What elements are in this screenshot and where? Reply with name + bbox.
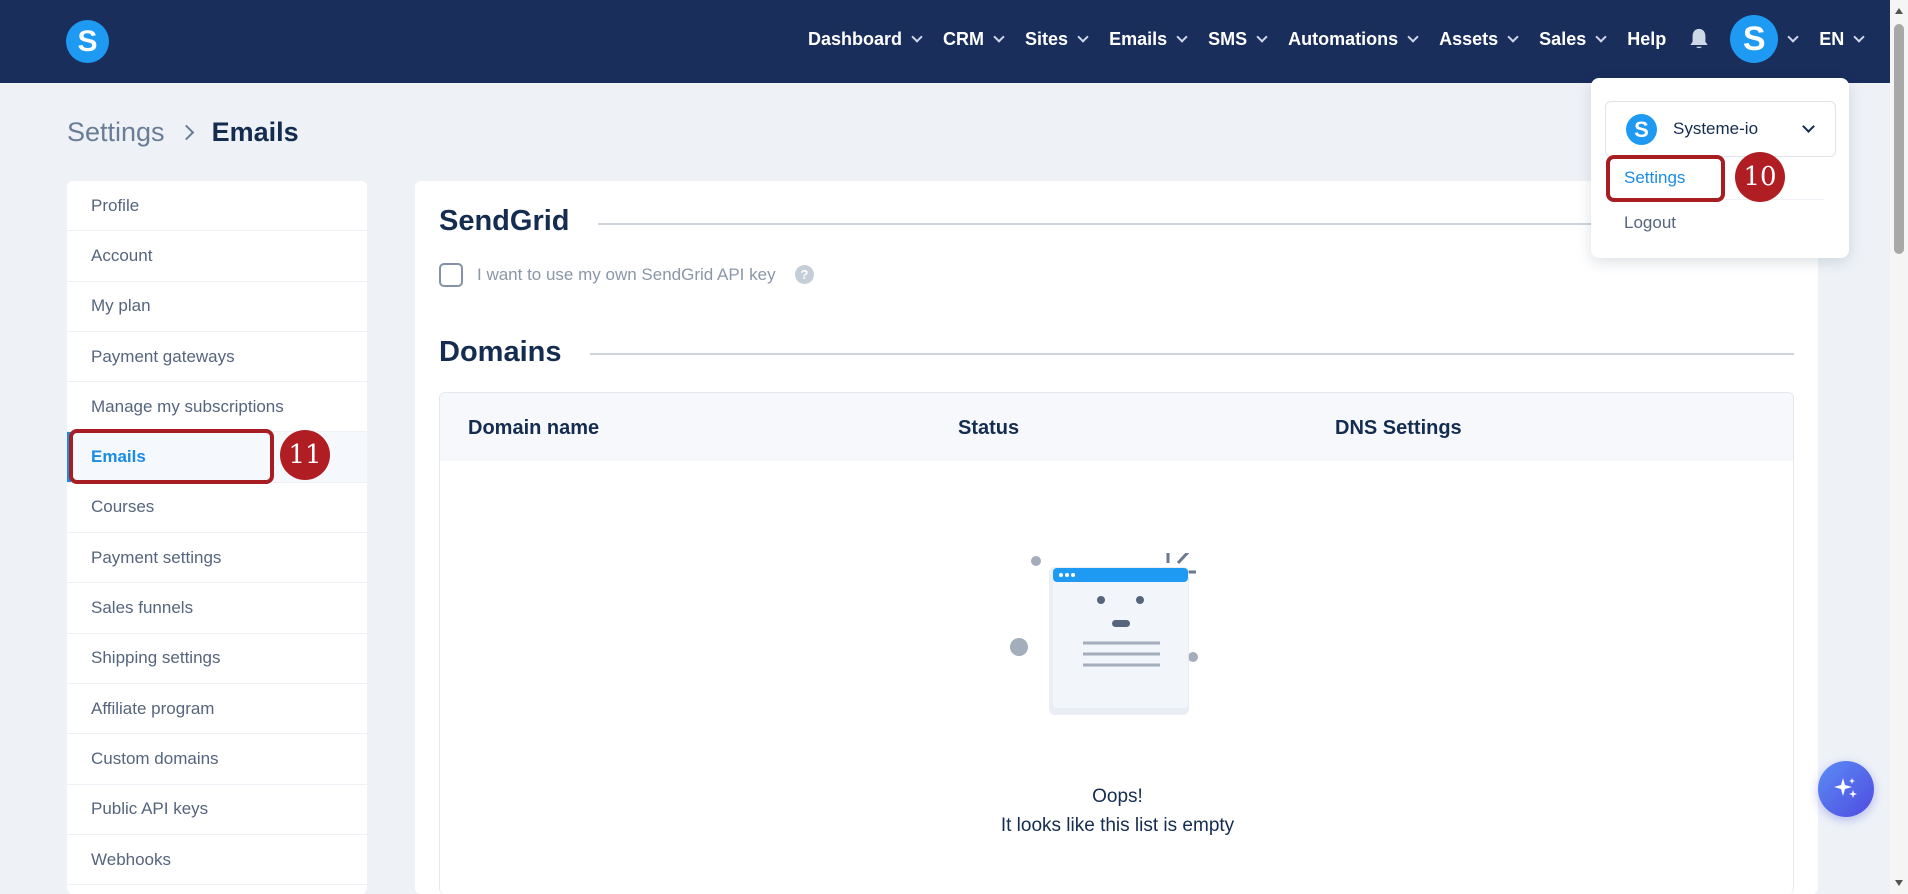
highlight-box-emails (69, 429, 274, 484)
nav-crm[interactable]: CRM (943, 28, 1005, 50)
sidebar-item-account[interactable]: Account (67, 231, 367, 282)
language-selector[interactable]: EN (1819, 28, 1865, 50)
sendgrid-heading: SendGrid (439, 205, 570, 237)
column-header-dns-settings: DNS Settings (1335, 417, 1462, 439)
empty-list-illustration (1010, 553, 1198, 715)
chevron-down-icon (1077, 30, 1089, 43)
sidebar-item-payment-settings[interactable]: Payment settings (67, 533, 367, 584)
account-name: Systeme-io (1673, 119, 1759, 138)
chevron-down-icon (1256, 30, 1268, 43)
help-icon[interactable]: ? (795, 265, 814, 284)
section-divider (590, 353, 1794, 355)
chevron-right-icon (178, 124, 194, 141)
nav-label: Automations (1288, 28, 1399, 49)
chevron-down-icon (1802, 120, 1815, 133)
sendgrid-api-key-checkbox[interactable] (439, 263, 463, 287)
chevron-down-icon[interactable] (1787, 30, 1799, 43)
sidebar-item-custom-domains[interactable]: Custom domains (67, 734, 367, 785)
sendgrid-checkbox-label: I want to use my own SendGrid API key (477, 265, 776, 284)
scroll-up-arrow-icon[interactable] (1895, 8, 1903, 14)
chevron-down-icon (911, 30, 923, 43)
main-content: SendGrid I want to use my own SendGrid A… (415, 181, 1818, 894)
sidebar-item-courses[interactable]: Courses (67, 483, 367, 534)
chevron-down-icon (1595, 30, 1607, 43)
page-title: Emails (211, 117, 299, 147)
nav-label: Help (1627, 28, 1667, 49)
nav-help[interactable]: Help (1627, 29, 1666, 50)
nav-label: Sites (1025, 28, 1069, 49)
chevron-down-icon (1176, 30, 1188, 43)
app-logo[interactable]: S (66, 20, 109, 63)
highlight-box-settings (1606, 155, 1725, 202)
column-header-status: Status (958, 417, 1020, 439)
sidebar-item-profile[interactable]: Profile (67, 181, 367, 232)
sidebar-item-affiliate-program[interactable]: Affiliate program (67, 684, 367, 735)
nav-dashboard[interactable]: Dashboard (808, 28, 923, 50)
main-nav: Dashboard CRM Sites Emails SMS Automatio… (808, 0, 1865, 78)
sparkle-icon (1834, 778, 1857, 798)
breadcrumb-settings[interactable]: Settings (67, 117, 165, 148)
account-selector[interactable]: S Systeme-io (1605, 101, 1836, 157)
sidebar-item-payment-gateways[interactable]: Payment gateways (67, 332, 367, 383)
settings-sidebar: Profile Account My plan Payment gateways… (67, 181, 367, 894)
table-header: Domain name Status DNS Settings (440, 393, 1793, 461)
step-badge-10: 10 (1735, 152, 1785, 202)
nav-sites[interactable]: Sites (1025, 28, 1089, 50)
account-logo: S (1626, 113, 1657, 145)
nav-sms[interactable]: SMS (1208, 28, 1268, 50)
sidebar-item-my-plan[interactable]: My plan (67, 282, 367, 332)
sidebar-item-public-api-keys[interactable]: Public API keys (67, 785, 367, 835)
column-header-domain-name: Domain name (468, 417, 600, 439)
sidebar-item-webhooks[interactable]: Webhooks (67, 835, 367, 886)
sidebar-item-sales-funnels[interactable]: Sales funnels (67, 583, 367, 634)
nav-label: Assets (1439, 28, 1499, 49)
chevron-down-icon (1507, 30, 1519, 43)
empty-state-subtitle: It looks like this list is empty (1000, 815, 1235, 836)
nav-label: Emails (1109, 28, 1168, 49)
scroll-down-arrow-icon[interactable] (1895, 880, 1903, 886)
nav-label: CRM (943, 28, 985, 49)
domains-heading: Domains (439, 336, 562, 368)
bell-icon[interactable] (1688, 27, 1710, 51)
scrollbar-thumb[interactable] (1894, 24, 1904, 254)
nav-sales[interactable]: Sales (1539, 28, 1607, 50)
sidebar-item-shipping-settings[interactable]: Shipping settings (67, 634, 367, 684)
empty-state-title: Oops! (1092, 786, 1143, 807)
user-avatar[interactable]: S (1730, 15, 1779, 63)
sidebar-item-manage-subscriptions[interactable]: Manage my subscriptions (67, 382, 367, 433)
page-scrollbar[interactable] (1890, 0, 1908, 894)
nav-label: Dashboard (808, 28, 903, 49)
nav-emails[interactable]: Emails (1109, 28, 1188, 50)
nav-automations[interactable]: Automations (1288, 28, 1419, 50)
nav-label: SMS (1208, 28, 1248, 49)
nav-label: Sales (1539, 28, 1587, 49)
nav-assets[interactable]: Assets (1439, 28, 1519, 50)
domains-table: Domain name Status DNS Settings Oops! It… (439, 392, 1794, 894)
breadcrumb: Settings Emails (67, 117, 299, 148)
top-navbar: S Dashboard CRM Sites Emails SMS Automat… (0, 0, 1890, 83)
chevron-down-icon (1407, 30, 1419, 43)
dropdown-logout-link[interactable]: Logout (1624, 213, 1676, 233)
language-label: EN (1819, 28, 1845, 49)
step-badge-11: 11 (280, 430, 330, 480)
ai-assistant-button[interactable] (1818, 761, 1874, 817)
chevron-down-icon (993, 30, 1005, 43)
chevron-down-icon (1853, 30, 1865, 43)
